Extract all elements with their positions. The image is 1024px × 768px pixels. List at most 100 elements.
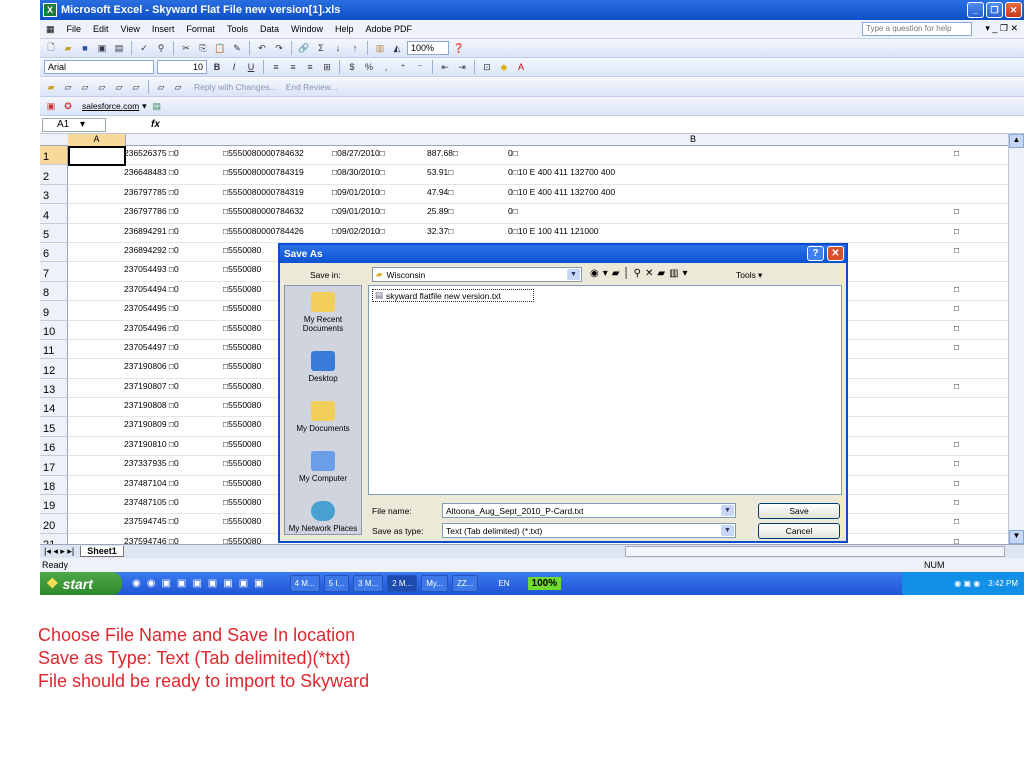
row-header[interactable]: 13 bbox=[40, 378, 68, 399]
quicklaunch-icons[interactable]: ◉◉▣▣▣▣▣▣▣ bbox=[132, 578, 270, 589]
align-right-icon[interactable]: ≡ bbox=[303, 61, 317, 74]
row-header[interactable]: 7 bbox=[40, 262, 68, 282]
increase-indent-icon[interactable]: ⇥ bbox=[455, 61, 469, 74]
task-5[interactable]: My... bbox=[421, 575, 448, 592]
drawing-icon[interactable]: ◭ bbox=[390, 42, 404, 55]
menu-tools[interactable]: Tools bbox=[221, 24, 254, 34]
open-icon[interactable]: ▰ bbox=[61, 42, 75, 55]
percent-icon[interactable]: % bbox=[362, 61, 376, 74]
copy-icon[interactable]: ⎘ bbox=[196, 42, 210, 55]
row-header[interactable]: 12 bbox=[40, 359, 68, 379]
addin-icon[interactable]: ▣ bbox=[44, 100, 58, 113]
chevron-down-icon[interactable]: ▼ bbox=[721, 525, 734, 536]
dialog-help-button[interactable]: ? bbox=[807, 246, 824, 261]
row-header[interactable]: 5 bbox=[40, 223, 68, 243]
row-header[interactable]: 4 bbox=[40, 204, 68, 224]
comma-icon[interactable]: , bbox=[379, 61, 393, 74]
addin-icon-3[interactable]: ▤ bbox=[150, 100, 164, 113]
review-icon-7[interactable]: ▱ bbox=[154, 81, 168, 94]
chevron-down-icon[interactable]: ▼ bbox=[721, 505, 734, 516]
place-my-documents[interactable]: My Documents bbox=[285, 386, 361, 436]
save-in-select[interactable]: ▰ Wisconsin ▼ bbox=[372, 267, 582, 282]
addin-icon-2[interactable]: ✪ bbox=[61, 100, 75, 113]
reply-with-changes[interactable]: Reply with Changes... bbox=[194, 82, 277, 92]
file-name-input[interactable]: Altoona_Aug_Sept_2010_P-Card.txt ▼ bbox=[442, 503, 736, 518]
hyperlink-icon[interactable]: 🔗 bbox=[297, 42, 311, 55]
undo-icon[interactable]: ↶ bbox=[255, 42, 269, 55]
tools-dropdown-icon[interactable]: ▾ bbox=[758, 270, 762, 281]
menu-format[interactable]: Format bbox=[180, 24, 221, 34]
row-header[interactable]: 20 bbox=[40, 514, 68, 534]
redo-icon[interactable]: ↷ bbox=[272, 42, 286, 55]
language-indicator[interactable]: EN bbox=[498, 579, 509, 588]
currency-icon[interactable]: $ bbox=[345, 61, 359, 74]
task-3[interactable]: 3 M... bbox=[353, 575, 384, 592]
menu-adobe-pdf[interactable]: Adobe PDF bbox=[360, 24, 419, 34]
paste-icon[interactable]: 📋 bbox=[213, 42, 227, 55]
tab-nav-icons[interactable]: |◂ ◂ ▸ ▸| bbox=[44, 546, 74, 557]
save-icon[interactable]: ■ bbox=[78, 42, 92, 55]
dialog-close-button[interactable]: ✕ bbox=[827, 246, 844, 261]
align-left-icon[interactable]: ≡ bbox=[269, 61, 283, 74]
bold-icon[interactable]: B bbox=[210, 61, 224, 74]
sort-desc-icon[interactable]: ↑ bbox=[348, 42, 362, 55]
salesforce-dropdown-icon[interactable]: ▾ bbox=[142, 101, 147, 112]
menu-file[interactable]: File bbox=[61, 24, 88, 34]
start-button[interactable]: ❖ start bbox=[40, 572, 122, 595]
review-icon[interactable]: ▰ bbox=[44, 81, 58, 94]
menu-insert[interactable]: Insert bbox=[146, 24, 181, 34]
cut-icon[interactable]: ✂ bbox=[179, 42, 193, 55]
font-size-select[interactable]: 10 bbox=[157, 60, 207, 74]
tab-sheet1[interactable]: Sheet1 bbox=[80, 546, 124, 557]
row-header[interactable]: 18 bbox=[40, 475, 68, 496]
dialog-toolbar-icons[interactable]: ◉▾▰│⚲✕▰▥▾ bbox=[590, 268, 692, 279]
task-1[interactable]: 4 M... bbox=[289, 575, 320, 592]
autosum-icon[interactable]: Σ bbox=[314, 42, 328, 55]
row-header[interactable]: 19 bbox=[40, 495, 68, 515]
save-button[interactable]: Save bbox=[758, 503, 840, 519]
borders-icon[interactable]: ⊡ bbox=[480, 61, 494, 74]
place-my-network-places[interactable]: My Network Places bbox=[285, 486, 361, 536]
increase-decimal-icon[interactable]: ⁺ bbox=[396, 61, 410, 74]
minimize-button[interactable]: _ bbox=[967, 2, 984, 18]
name-box[interactable]: A1 bbox=[42, 117, 106, 132]
row-header[interactable]: 11 bbox=[40, 339, 68, 360]
chevron-down-icon[interactable]: ▼ bbox=[567, 269, 580, 280]
column-header-b[interactable]: B bbox=[690, 134, 696, 144]
review-icon-5[interactable]: ▱ bbox=[112, 81, 126, 94]
task-4[interactable]: 2 M... bbox=[387, 575, 418, 592]
review-icon-3[interactable]: ▱ bbox=[78, 81, 92, 94]
tools-menu[interactable]: Tools bbox=[736, 270, 756, 280]
tray-icons[interactable]: ◉ ▣ ◉ bbox=[954, 579, 980, 588]
print-icon[interactable]: ▤ bbox=[112, 42, 126, 55]
row-header[interactable]: 2 bbox=[40, 165, 68, 185]
sort-asc-icon[interactable]: ↓ bbox=[331, 42, 345, 55]
row-header[interactable]: 16 bbox=[40, 436, 68, 457]
horizontal-scrollbar[interactable] bbox=[625, 546, 1005, 557]
doc-window-buttons[interactable]: ▾ _ ❐ ✕ bbox=[985, 23, 1018, 34]
task-6[interactable]: ZZ... bbox=[451, 575, 479, 592]
place-desktop[interactable]: Desktop bbox=[285, 336, 361, 386]
scroll-up-icon[interactable]: ▲ bbox=[1009, 134, 1024, 148]
row-header[interactable]: 3 bbox=[40, 184, 68, 205]
chart-wizard-icon[interactable]: ▥ bbox=[373, 42, 387, 55]
help-icon[interactable]: ❓ bbox=[452, 42, 466, 55]
row-header[interactable]: 1 bbox=[40, 146, 68, 166]
help-search-input[interactable]: Type a question for help bbox=[862, 22, 972, 36]
row-header[interactable]: 17 bbox=[40, 456, 68, 476]
review-icon-6[interactable]: ▱ bbox=[129, 81, 143, 94]
cancel-button[interactable]: Cancel bbox=[758, 523, 840, 539]
row-header[interactable]: 10 bbox=[40, 320, 68, 340]
scroll-down-icon[interactable]: ▼ bbox=[1009, 530, 1024, 544]
place-my-recent-documents[interactable]: My Recent Documents bbox=[285, 286, 361, 336]
task-2[interactable]: 5 I... bbox=[323, 575, 350, 592]
menu-data[interactable]: Data bbox=[254, 24, 285, 34]
salesforce-menu[interactable]: salesforce.com bbox=[82, 101, 139, 111]
vertical-scrollbar[interactable]: ▲ ▼ bbox=[1008, 134, 1024, 544]
merge-center-icon[interactable]: ⊞ bbox=[320, 61, 334, 74]
end-review[interactable]: End Review... bbox=[286, 82, 338, 92]
spelling-icon[interactable]: ✓ bbox=[137, 42, 151, 55]
new-icon[interactable]: 🗋 bbox=[44, 42, 58, 55]
row-header[interactable]: 8 bbox=[40, 281, 68, 302]
column-header-a[interactable]: A bbox=[68, 134, 126, 146]
